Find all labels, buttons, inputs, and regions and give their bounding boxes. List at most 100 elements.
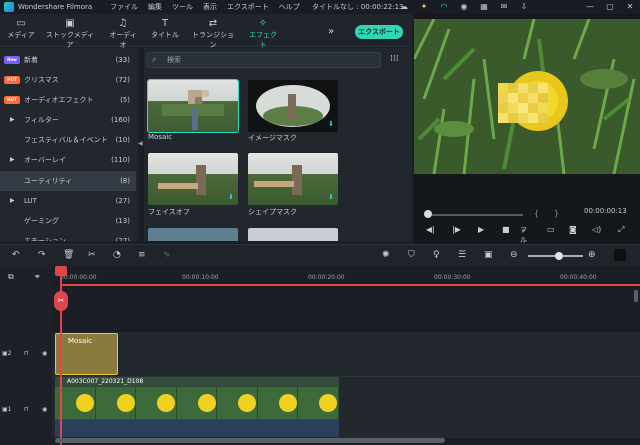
more-tabs-icon[interactable]: » bbox=[328, 26, 334, 37]
volume-icon[interactable]: ◁) bbox=[592, 225, 601, 234]
maximize-icon[interactable]: ▢ bbox=[600, 0, 620, 14]
search-input[interactable]: ⌕ 検索 bbox=[146, 52, 381, 68]
minimize-icon[interactable]: — bbox=[580, 0, 600, 14]
category-emotion[interactable]: エモーション (27) bbox=[0, 231, 136, 241]
eye-icon[interactable]: ◉ bbox=[42, 350, 47, 357]
clip-frame bbox=[136, 387, 177, 419]
cut-icon[interactable]: ✂ bbox=[88, 250, 96, 260]
headset-icon[interactable]: ◠ bbox=[434, 0, 454, 14]
grid-view-icon[interactable]: ⁞⁞⁞ bbox=[390, 54, 399, 64]
audio-wave-icon[interactable]: ∿ bbox=[163, 250, 171, 260]
mosaic-effect-clip[interactable]: Mosaic bbox=[55, 333, 118, 375]
grid-icon[interactable]: ▦ bbox=[474, 0, 494, 14]
clip-audio-strip bbox=[55, 420, 339, 437]
zoom-out-icon[interactable]: ⊖ bbox=[510, 250, 518, 260]
category-new[interactable]: New 新着 (33) bbox=[0, 50, 136, 70]
tab-stock-media[interactable]: ▣ ストックメディア bbox=[44, 17, 96, 50]
step-back-icon[interactable]: |▶ bbox=[452, 225, 461, 234]
undo-icon[interactable]: ↶ bbox=[12, 250, 20, 260]
speed-icon[interactable]: ◔ bbox=[113, 250, 121, 260]
voiceover-icon[interactable]: ☰ bbox=[458, 250, 466, 260]
category-lut[interactable]: ▶ LUT (27) bbox=[0, 191, 136, 211]
cloud-icon[interactable]: ☁ bbox=[394, 0, 414, 14]
menu-file[interactable]: ファイル bbox=[110, 0, 138, 14]
preview-panel: { } 00:00:00:13 ◀| |▶ ▶ ■ フル ⌄ ▭ ◙ ◁) ⤢ bbox=[414, 14, 640, 244]
snapshot-icon[interactable]: ◙ bbox=[569, 225, 577, 234]
app-name: Wondershare Filmora bbox=[18, 3, 93, 11]
category-audio-effects[interactable]: HOT オーディオエフェクト (5) bbox=[0, 90, 136, 110]
adjust-icon[interactable]: ≡ bbox=[138, 250, 146, 260]
track-1-number: ▣1 bbox=[2, 406, 12, 413]
expand-arrow-icon[interactable]: ▶ bbox=[10, 191, 15, 211]
tab-titles[interactable]: T タイトル bbox=[150, 17, 180, 40]
preview-video[interactable] bbox=[414, 19, 640, 174]
delete-icon[interactable]: 🗑 bbox=[63, 250, 74, 260]
mic-icon[interactable]: ♀ bbox=[433, 250, 440, 260]
export-button[interactable]: エクスポート bbox=[355, 25, 403, 39]
eye-icon[interactable]: ◉ bbox=[42, 406, 47, 413]
download-icon[interactable]: ⬇ bbox=[328, 120, 334, 128]
music-note-icon: ♫ bbox=[118, 18, 128, 29]
play-icon[interactable]: ▶ bbox=[478, 225, 484, 234]
menu-tools[interactable]: ツール bbox=[172, 0, 193, 14]
new-badge: New bbox=[4, 56, 20, 64]
category-gaming[interactable]: ゲーミング (13) bbox=[0, 211, 136, 231]
redo-icon[interactable]: ↷ bbox=[38, 250, 46, 260]
menu-help[interactable]: ヘルプ bbox=[279, 0, 300, 14]
category-overlay[interactable]: ▶ オーバーレイ (110) bbox=[0, 150, 136, 170]
download-icon[interactable]: ⬇ bbox=[328, 193, 334, 201]
category-christmas[interactable]: HOT クリスマス (72) bbox=[0, 70, 136, 90]
video-clip[interactable]: A003C007_220321_D108 bbox=[55, 377, 339, 437]
folder-icon: ▭ bbox=[16, 18, 26, 29]
effect-thumb-face-off[interactable]: ⬇ bbox=[148, 153, 238, 205]
menu-view[interactable]: 表示 bbox=[203, 0, 217, 14]
link-icon[interactable]: ⚭ bbox=[34, 272, 41, 281]
split-screen-icon[interactable]: ▣ bbox=[484, 250, 493, 260]
mail-icon[interactable]: ✉ bbox=[494, 0, 514, 14]
category-utility[interactable]: ユーティリティ (8) bbox=[0, 171, 136, 191]
effect-thumb-5[interactable] bbox=[148, 228, 238, 241]
expand-arrow-icon[interactable]: ▶ bbox=[10, 110, 15, 130]
tab-effects[interactable]: ✧ エフェクト bbox=[246, 17, 280, 53]
expand-arrow-icon[interactable]: ▶ bbox=[10, 150, 15, 170]
category-festival[interactable]: フェスティバル＆イベント (10) bbox=[0, 130, 136, 150]
bulb-icon[interactable]: ✦ bbox=[414, 0, 434, 14]
timeline-vertical-scrollbar[interactable] bbox=[634, 290, 638, 302]
close-icon[interactable]: ✕ bbox=[620, 0, 640, 14]
playhead-scissors-icon[interactable]: ✂ bbox=[54, 291, 68, 311]
download-icon[interactable]: ⇩ bbox=[514, 0, 534, 14]
lock-icon[interactable]: ⊓ bbox=[24, 350, 29, 357]
prev-frame-icon[interactable]: ◀| bbox=[426, 225, 435, 234]
clip-frame bbox=[298, 387, 339, 419]
quality-select[interactable]: フル ⌄ bbox=[520, 225, 527, 244]
tab-transitions[interactable]: ⇄ トランジション bbox=[190, 17, 236, 50]
lock-icon[interactable]: ⊓ bbox=[24, 406, 29, 413]
zoom-knob[interactable] bbox=[555, 252, 563, 260]
effect-thumb-shape-mask[interactable]: ⬇ bbox=[248, 153, 338, 205]
category-filters[interactable]: ▶ フィルター (160) bbox=[0, 110, 136, 130]
marker-icon[interactable]: ⛉ bbox=[408, 250, 415, 260]
stop-icon[interactable]: ■ bbox=[502, 225, 510, 234]
user-icon[interactable]: ◉ bbox=[454, 0, 474, 14]
tab-audio[interactable]: ♫ オーディオ bbox=[106, 17, 140, 50]
playhead-handle[interactable] bbox=[55, 266, 67, 276]
menu-export[interactable]: エクスポート bbox=[227, 0, 269, 14]
tab-media[interactable]: ▭ メディア bbox=[6, 17, 36, 40]
timeline-ruler[interactable]: 00:00:00:00 00:00:10:00 00:00:20:00 00:0… bbox=[52, 268, 640, 284]
scrub-knob[interactable] bbox=[423, 210, 432, 218]
monitor-icon[interactable]: ▭ bbox=[547, 225, 555, 234]
download-icon[interactable]: ⬇ bbox=[228, 193, 234, 201]
panel-toggle-icon[interactable] bbox=[614, 249, 626, 261]
effect-thumb-mosaic[interactable] bbox=[147, 79, 239, 133]
effect-thumb-image-mask[interactable]: ⬇ bbox=[248, 80, 338, 132]
menu-edit[interactable]: 編集 bbox=[148, 0, 162, 14]
render-icon[interactable]: ✺ bbox=[382, 250, 390, 260]
mark-in-icon[interactable]: { bbox=[534, 209, 539, 218]
effect-thumb-6[interactable] bbox=[248, 228, 338, 241]
add-track-icon[interactable]: ⧉ bbox=[8, 272, 14, 282]
zoom-in-icon[interactable]: ⊕ bbox=[588, 250, 596, 260]
timeline-horizontal-scrollbar[interactable] bbox=[55, 438, 445, 443]
mark-out-icon[interactable]: } bbox=[554, 209, 559, 218]
playback-controls: ◀| |▶ ▶ ■ フル ⌄ ▭ ◙ ◁) ⤢ bbox=[414, 225, 640, 244]
fullscreen-icon[interactable]: ⤢ bbox=[618, 225, 624, 235]
